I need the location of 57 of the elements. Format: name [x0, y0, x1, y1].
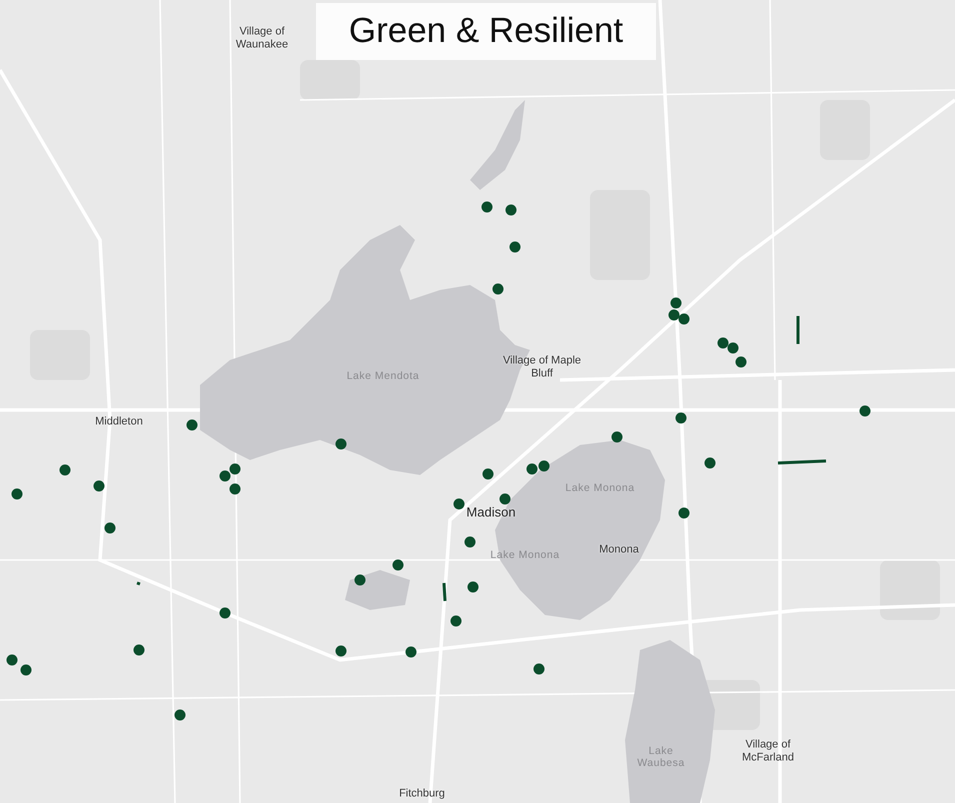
place-label: Middleton: [94, 416, 144, 428]
place-label: Village of Waunakee: [234, 25, 290, 51]
map-marker[interactable]: [670, 298, 682, 308]
map-marker[interactable]: [718, 338, 728, 348]
map-marker[interactable]: [678, 314, 690, 324]
map-marker[interactable]: [336, 438, 346, 450]
place-label: Village of Maple Bluff: [502, 354, 582, 380]
map-marker[interactable]: [728, 342, 738, 354]
map-marker[interactable]: [736, 356, 746, 368]
map-marker[interactable]: [174, 710, 186, 720]
map-marker[interactable]: [104, 522, 116, 534]
map-marker[interactable]: [526, 464, 538, 474]
map-marker[interactable]: [612, 432, 622, 442]
place-label: Madison: [466, 506, 516, 520]
lake-label: Lake Waubesa: [636, 744, 686, 770]
map-marker[interactable]: [134, 644, 144, 656]
map-marker[interactable]: [464, 536, 476, 548]
lake-label: Lake Mendota: [346, 370, 420, 382]
map-marker[interactable]: [468, 582, 478, 592]
map-title: Green & Resilient: [316, 3, 656, 60]
lake-label: Lake Monona: [489, 548, 561, 562]
map-marker[interactable]: [392, 560, 404, 570]
map-marker[interactable]: [538, 460, 550, 472]
map-marker[interactable]: [406, 646, 416, 658]
map-marker[interactable]: [336, 646, 346, 656]
map-marker[interactable]: [482, 202, 492, 212]
place-label: Fitchburg: [398, 788, 446, 800]
map-marker[interactable]: [94, 480, 104, 492]
map-marker[interactable]: [354, 574, 366, 586]
lake-label: Lake Monona: [564, 482, 636, 494]
map-marker[interactable]: [6, 654, 18, 666]
map-marker[interactable]: [506, 204, 516, 216]
map-marker[interactable]: [450, 616, 462, 626]
map-line-feature[interactable]: [136, 582, 140, 586]
map-marker[interactable]: [482, 468, 494, 480]
map-marker[interactable]: [500, 494, 510, 504]
map-marker[interactable]: [20, 664, 32, 676]
map-marker[interactable]: [220, 608, 230, 618]
map-marker[interactable]: [220, 470, 230, 482]
map-marker[interactable]: [668, 310, 680, 320]
map-marker[interactable]: [678, 508, 690, 518]
map-marker[interactable]: [860, 406, 870, 416]
map-marker[interactable]: [454, 498, 464, 510]
map-marker[interactable]: [704, 458, 716, 468]
map-line-feature[interactable]: [778, 460, 826, 464]
map-marker[interactable]: [534, 664, 544, 674]
map-marker[interactable]: [230, 464, 240, 474]
map-marker[interactable]: [492, 284, 504, 294]
map-marker[interactable]: [60, 464, 70, 476]
map-marker[interactable]: [186, 420, 198, 430]
map-marker[interactable]: [230, 484, 240, 494]
map-marker[interactable]: [676, 412, 686, 424]
map-marker[interactable]: [510, 242, 520, 252]
map-line-feature[interactable]: [442, 582, 446, 602]
place-label: Monona: [598, 544, 640, 556]
map-marker[interactable]: [12, 488, 22, 500]
place-label: Village of McFarland: [741, 738, 795, 764]
